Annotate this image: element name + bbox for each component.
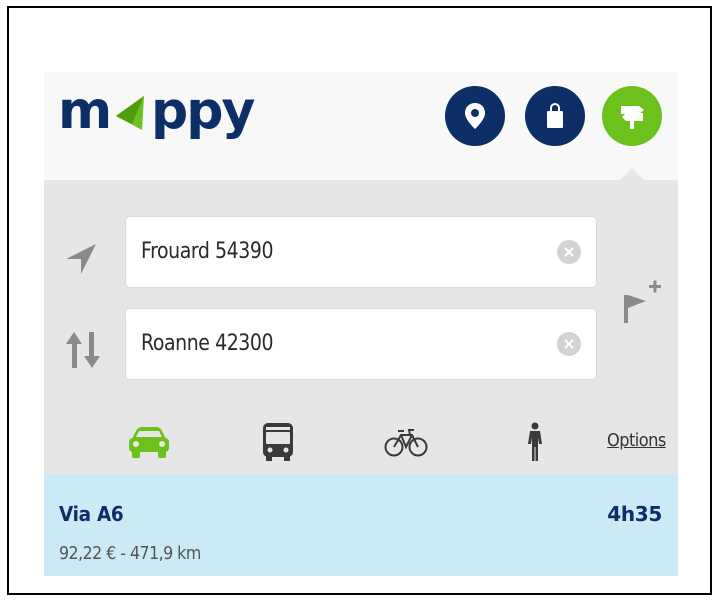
- shopping-button[interactable]: [525, 86, 585, 146]
- mappy-app: m ppy Frouard 54390 Roanne 42300 Options…: [44, 72, 678, 576]
- shopping-bag-icon: [547, 103, 563, 128]
- navigation-arrow-icon[interactable]: [64, 242, 98, 276]
- options-link[interactable]: Options: [607, 430, 666, 451]
- signpost-icon: [621, 106, 644, 129]
- swap-icon[interactable]: [64, 330, 102, 370]
- route-title: Via A6: [59, 502, 124, 526]
- svg-text:m: m: [58, 81, 112, 141]
- transport-modes: Options: [44, 412, 678, 472]
- header: m ppy: [44, 72, 678, 180]
- location-pin-icon: [465, 103, 485, 129]
- clear-icon: [564, 247, 574, 257]
- clear-arrival-button[interactable]: [557, 332, 581, 356]
- car-icon: [129, 427, 169, 458]
- route-duration: 4h35: [607, 502, 662, 526]
- departure-field[interactable]: Frouard 54390: [125, 216, 597, 288]
- panel-pointer: [620, 168, 644, 180]
- arrival-field[interactable]: Roanne 42300: [125, 308, 597, 380]
- mode-bus[interactable]: [260, 412, 296, 472]
- itinerary-panel: Frouard 54390 Roanne 42300 Options: [44, 180, 678, 474]
- route-result[interactable]: Via A6 4h35 92,22 € - 471,9 km: [44, 474, 678, 576]
- clear-icon: [564, 339, 574, 349]
- departure-input[interactable]: Frouard 54390: [141, 216, 274, 288]
- mode-bike[interactable]: [383, 412, 429, 472]
- pedestrian-icon: [528, 422, 542, 461]
- arrival-input[interactable]: Roanne 42300: [141, 308, 274, 380]
- mode-walk[interactable]: [523, 412, 547, 472]
- mappy-logo[interactable]: m ppy: [58, 78, 278, 158]
- route-details: 92,22 € - 471,9 km: [59, 543, 201, 564]
- add-step-flag-icon[interactable]: [620, 277, 664, 327]
- svg-text:ppy: ppy: [151, 81, 254, 141]
- mode-car[interactable]: [126, 412, 172, 472]
- route-button[interactable]: [602, 86, 662, 146]
- clear-departure-button[interactable]: [557, 240, 581, 264]
- bicycle-icon: [384, 429, 428, 457]
- poi-button[interactable]: [445, 86, 505, 146]
- bus-icon: [263, 423, 293, 461]
